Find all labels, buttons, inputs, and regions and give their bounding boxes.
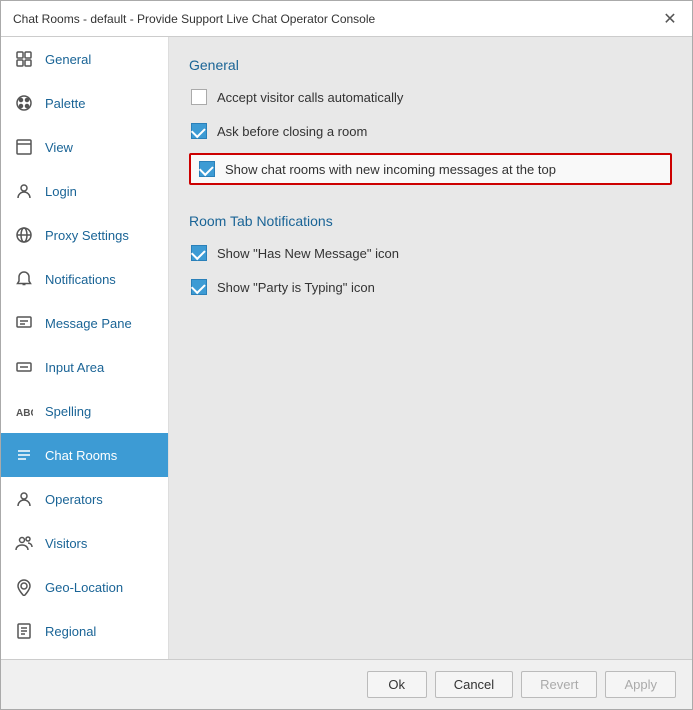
room-tab-section: Room Tab Notifications Show "Has New Mes…: [189, 213, 672, 309]
show-typing-icon-row: Show "Party is Typing" icon: [189, 275, 672, 299]
content-area: General Palette View Login Proxy Settings Not…: [1, 37, 692, 659]
cancel-button[interactable]: Cancel: [435, 671, 513, 698]
sidebar-label-geo-location: Geo-Location: [45, 580, 123, 595]
general-section-title: General: [189, 57, 672, 73]
ok-button[interactable]: Ok: [367, 671, 427, 698]
palette-icon: [13, 92, 35, 114]
sidebar-label-general: General: [45, 52, 91, 67]
geo-location-icon: [13, 576, 35, 598]
ask-closing-label: Ask before closing a room: [217, 124, 367, 139]
sidebar-item-operators[interactable]: Operators: [1, 477, 168, 521]
sidebar-item-message-pane[interactable]: Message Pane: [1, 301, 168, 345]
sidebar-label-palette: Palette: [45, 96, 85, 111]
sidebar-item-proxy-settings[interactable]: Proxy Settings: [1, 213, 168, 257]
sidebar-label-operators: Operators: [45, 492, 103, 507]
sidebar-label-message-pane: Message Pane: [45, 316, 132, 331]
sidebar-label-input-area: Input Area: [45, 360, 104, 375]
chat-rooms-icon: [13, 444, 35, 466]
ask-closing-checkbox[interactable]: [191, 123, 207, 139]
sidebar-item-notifications[interactable]: Notifications: [1, 257, 168, 301]
footer: Ok Cancel Revert Apply: [1, 659, 692, 709]
sidebar-item-spelling[interactable]: ABC Spelling: [1, 389, 168, 433]
view-icon: [13, 136, 35, 158]
apply-button[interactable]: Apply: [605, 671, 676, 698]
show-new-messages-checkbox[interactable]: [199, 161, 215, 177]
sidebar-item-login[interactable]: Login: [1, 169, 168, 213]
show-new-msg-icon-checkbox[interactable]: [191, 245, 207, 261]
sidebar-item-regional[interactable]: Regional: [1, 609, 168, 653]
sidebar-item-view[interactable]: View: [1, 125, 168, 169]
general-section: General Accept visitor calls automatical…: [189, 57, 672, 195]
input-area-icon: [13, 356, 35, 378]
sidebar: General Palette View Login Proxy Settings Not…: [1, 37, 169, 659]
regional-icon: [13, 620, 35, 642]
notifications-icon: [13, 268, 35, 290]
main-panel: General Accept visitor calls automatical…: [169, 37, 692, 659]
sidebar-label-visitors: Visitors: [45, 536, 87, 551]
accept-calls-row: Accept visitor calls automatically: [189, 85, 672, 109]
sidebar-label-notifications: Notifications: [45, 272, 116, 287]
show-new-msg-icon-row: Show "Has New Message" icon: [189, 241, 672, 265]
show-typing-icon-checkbox[interactable]: [191, 279, 207, 295]
title-bar: Chat Rooms - default - Provide Support L…: [1, 1, 692, 37]
sidebar-label-chat-rooms: Chat Rooms: [45, 448, 117, 463]
room-tab-section-title: Room Tab Notifications: [189, 213, 672, 229]
sidebar-item-palette[interactable]: Palette: [1, 81, 168, 125]
revert-button[interactable]: Revert: [521, 671, 597, 698]
accept-calls-checkbox[interactable]: [191, 89, 207, 105]
sidebar-item-general[interactable]: General: [1, 37, 168, 81]
login-icon: [13, 180, 35, 202]
visitors-icon: [13, 532, 35, 554]
sidebar-item-input-area[interactable]: Input Area: [1, 345, 168, 389]
ask-closing-row: Ask before closing a room: [189, 119, 672, 143]
general-icon: [13, 48, 35, 70]
spelling-icon: ABC: [13, 400, 35, 422]
sidebar-label-view: View: [45, 140, 73, 155]
operators-icon: [13, 488, 35, 510]
window-title: Chat Rooms - default - Provide Support L…: [13, 12, 375, 26]
show-typing-icon-label: Show "Party is Typing" icon: [217, 280, 375, 295]
svg-text:ABC: ABC: [16, 408, 33, 419]
show-new-messages-row: Show chat rooms with new incoming messag…: [189, 153, 672, 185]
sidebar-label-spelling: Spelling: [45, 404, 91, 419]
sidebar-label-proxy-settings: Proxy Settings: [45, 228, 129, 243]
close-button[interactable]: ✕: [660, 9, 680, 29]
sidebar-label-regional: Regional: [45, 624, 96, 639]
show-new-msg-icon-label: Show "Has New Message" icon: [217, 246, 399, 261]
message-pane-icon: [13, 312, 35, 334]
main-window: Chat Rooms - default - Provide Support L…: [0, 0, 693, 710]
accept-calls-label: Accept visitor calls automatically: [217, 90, 403, 105]
sidebar-item-visitors[interactable]: Visitors: [1, 521, 168, 565]
show-new-messages-label: Show chat rooms with new incoming messag…: [225, 162, 556, 177]
sidebar-item-chat-rooms[interactable]: Chat Rooms: [1, 433, 168, 477]
sidebar-label-login: Login: [45, 184, 77, 199]
proxy-settings-icon: [13, 224, 35, 246]
sidebar-item-geo-location[interactable]: Geo-Location: [1, 565, 168, 609]
